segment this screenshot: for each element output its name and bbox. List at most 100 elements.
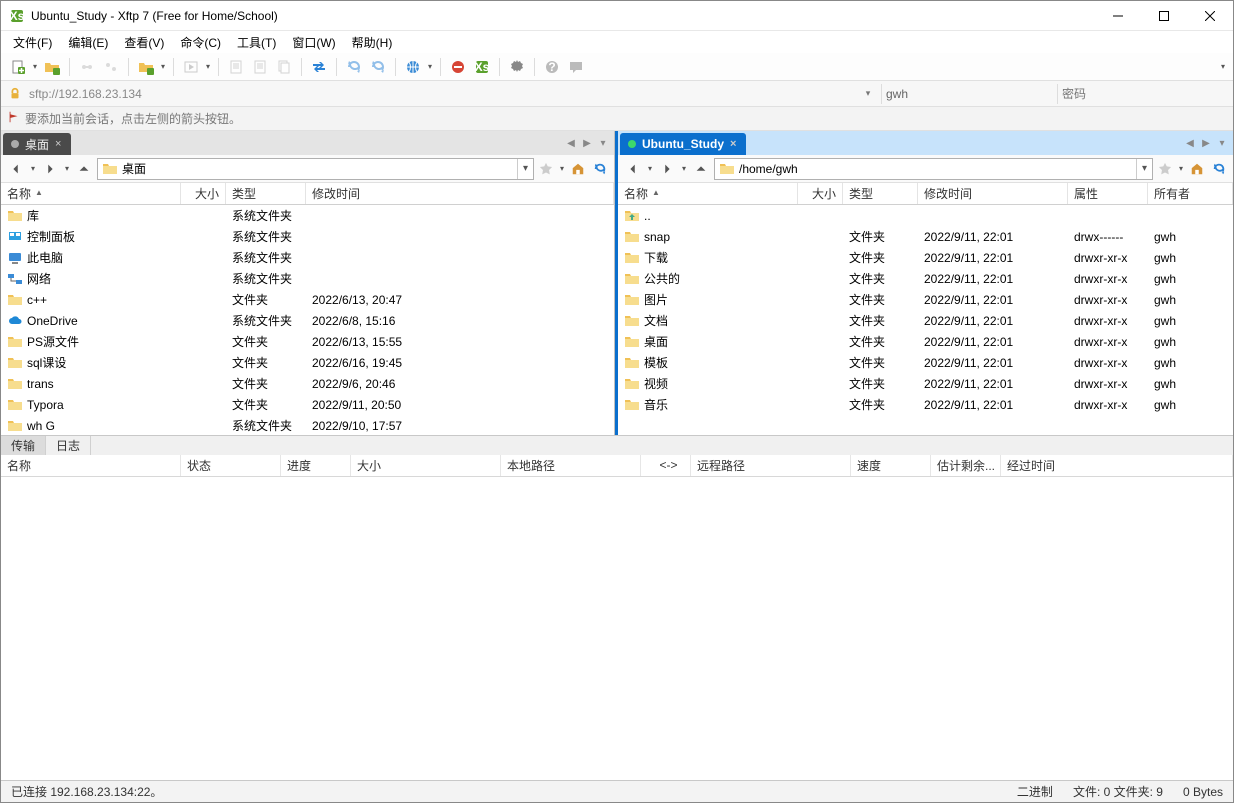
tab-list-icon[interactable]: ▾ (1215, 136, 1229, 150)
file-row[interactable]: c++文件夹2022/6/13, 20:47 (1, 289, 614, 310)
col-size[interactable]: 大小 (798, 183, 843, 204)
local-path-box[interactable]: ▾ (97, 158, 534, 180)
file-row[interactable]: Typora文件夹2022/9/11, 20:50 (1, 394, 614, 415)
home-button[interactable] (1187, 159, 1207, 179)
col-mtime[interactable]: 修改时间 (918, 183, 1068, 204)
back-button[interactable] (5, 158, 27, 180)
local-file-list[interactable]: 库系统文件夹控制面板系统文件夹此电脑系统文件夹网络系统文件夹c++文件夹2022… (1, 205, 614, 435)
password-input[interactable] (1057, 84, 1227, 104)
menu-cmd[interactable]: 命令(C) (174, 32, 227, 53)
transfer-button[interactable] (308, 56, 330, 78)
dropdown-icon[interactable]: ▾ (426, 62, 434, 71)
col-owner[interactable]: 所有者 (1148, 183, 1233, 204)
xshell-button[interactable] (471, 56, 493, 78)
maximize-button[interactable] (1141, 1, 1187, 31)
tcol-size[interactable]: 大小 (351, 455, 501, 476)
file-row[interactable]: wh G系统文件夹2022/9/10, 17:57 (1, 415, 614, 435)
bookmark-button[interactable] (1155, 159, 1175, 179)
file-row[interactable]: 控制面板系统文件夹 (1, 226, 614, 247)
globe-button[interactable] (402, 56, 424, 78)
play-button[interactable] (180, 56, 202, 78)
col-size[interactable]: 大小 (181, 183, 226, 204)
file-row[interactable]: 网络系统文件夹 (1, 268, 614, 289)
file-row[interactable]: sql课设文件夹2022/6/16, 19:45 (1, 352, 614, 373)
tcol-dir[interactable]: <-> (641, 455, 691, 476)
tab-next-icon[interactable]: ▶ (580, 136, 594, 150)
address-input[interactable] (29, 84, 855, 104)
dropdown-icon[interactable]: ▾ (29, 164, 37, 173)
file-row[interactable]: 此电脑系统文件夹 (1, 247, 614, 268)
file-row[interactable]: 文档文件夹2022/9/11, 22:01drwxr-xr-xgwh (618, 310, 1233, 331)
tab-prev-icon[interactable]: ◀ (564, 136, 578, 150)
username-input[interactable] (881, 84, 1051, 104)
forward-button[interactable] (39, 158, 61, 180)
tcol-eta[interactable]: 估计剩余... (931, 455, 1001, 476)
new-session-button[interactable] (7, 56, 29, 78)
back-button[interactable] (622, 158, 644, 180)
address-dropdown-icon[interactable]: ▾ (861, 87, 875, 101)
local-tab[interactable]: 桌面× (3, 133, 71, 155)
file-row[interactable]: 下载文件夹2022/9/11, 22:01drwxr-xr-xgwh (618, 247, 1233, 268)
refresh-button[interactable] (590, 159, 610, 179)
tcol-name[interactable]: 名称 (1, 455, 181, 476)
file-row[interactable]: 视频文件夹2022/9/11, 22:01drwxr-xr-xgwh (618, 373, 1233, 394)
file-row[interactable]: snap文件夹2022/9/11, 22:01drwx------gwh (618, 226, 1233, 247)
file-row[interactable]: 音乐文件夹2022/9/11, 22:01drwxr-xr-xgwh (618, 394, 1233, 415)
dropdown-icon[interactable]: ▾ (159, 62, 167, 71)
file-row[interactable]: trans文件夹2022/9/6, 20:46 (1, 373, 614, 394)
file-row[interactable]: PS源文件文件夹2022/6/13, 15:55 (1, 331, 614, 352)
remote-tab[interactable]: Ubuntu_Study× (620, 133, 746, 155)
col-name[interactable]: 名称 (1, 183, 181, 204)
disconnect-button[interactable] (100, 56, 122, 78)
forward-button[interactable] (656, 158, 678, 180)
sync1-button[interactable] (343, 56, 365, 78)
tcol-speed[interactable]: 速度 (851, 455, 931, 476)
path-dropdown-icon[interactable]: ▾ (1136, 159, 1152, 179)
file-row[interactable]: 桌面文件夹2022/9/11, 22:01drwxr-xr-xgwh (618, 331, 1233, 352)
up-button[interactable] (73, 158, 95, 180)
help-button[interactable] (541, 56, 563, 78)
dropdown-icon[interactable]: ▾ (31, 62, 39, 71)
tcol-lpath[interactable]: 本地路径 (501, 455, 641, 476)
dropdown-icon[interactable]: ▾ (63, 164, 71, 173)
dropdown-icon[interactable]: ▾ (204, 62, 212, 71)
col-type[interactable]: 类型 (226, 183, 306, 204)
copy-button[interactable] (273, 56, 295, 78)
file-row[interactable]: 图片文件夹2022/9/11, 22:01drwxr-xr-xgwh (618, 289, 1233, 310)
stop-button[interactable] (447, 56, 469, 78)
menu-file[interactable]: 文件(F) (7, 32, 58, 53)
doc1-button[interactable] (225, 56, 247, 78)
file-row[interactable]: OneDrive系统文件夹2022/6/8, 15:16 (1, 310, 614, 331)
local-path-input[interactable] (122, 160, 517, 178)
home-button[interactable] (568, 159, 588, 179)
doc2-button[interactable] (249, 56, 271, 78)
close-button[interactable] (1187, 1, 1233, 31)
col-type[interactable]: 类型 (843, 183, 918, 204)
remote-path-box[interactable]: ▾ (714, 158, 1153, 180)
menu-help[interactable]: 帮助(H) (346, 32, 399, 53)
tab-next-icon[interactable]: ▶ (1199, 136, 1213, 150)
menu-tool[interactable]: 工具(T) (231, 32, 282, 53)
menu-window[interactable]: 窗口(W) (286, 32, 341, 53)
new-folder-button[interactable] (135, 56, 157, 78)
open-session-button[interactable] (41, 56, 63, 78)
options-button[interactable] (506, 56, 528, 78)
file-row[interactable]: .. (618, 205, 1233, 226)
remote-path-input[interactable] (739, 160, 1136, 178)
tab-prev-icon[interactable]: ◀ (1183, 136, 1197, 150)
remote-file-list[interactable]: ..snap文件夹2022/9/11, 22:01drwx------gwh下载… (618, 205, 1233, 435)
menu-edit[interactable]: 编辑(E) (62, 32, 114, 53)
col-attr[interactable]: 属性 (1068, 183, 1148, 204)
close-icon[interactable]: × (730, 138, 736, 150)
tab-log[interactable]: 日志 (46, 436, 91, 455)
menu-view[interactable]: 查看(V) (118, 32, 170, 53)
tcol-progress[interactable]: 进度 (281, 455, 351, 476)
file-row[interactable]: 公共的文件夹2022/9/11, 22:01drwxr-xr-xgwh (618, 268, 1233, 289)
toolbar-overflow-icon[interactable]: ▾ (1219, 62, 1227, 71)
tcol-status[interactable]: 状态 (181, 455, 281, 476)
sync2-button[interactable] (367, 56, 389, 78)
file-row[interactable]: 模板文件夹2022/9/11, 22:01drwxr-xr-xgwh (618, 352, 1233, 373)
tab-list-icon[interactable]: ▾ (596, 136, 610, 150)
tcol-elapsed[interactable]: 经过时间 (1001, 455, 1233, 476)
bookmark-button[interactable] (536, 159, 556, 179)
